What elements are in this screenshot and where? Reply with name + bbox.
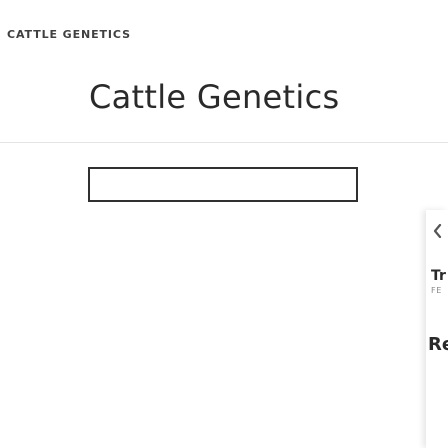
panel-heading: Re	[428, 334, 448, 355]
filter-select[interactable]	[88, 167, 358, 202]
breadcrumb: CATTLE GENETICS	[7, 28, 131, 41]
side-panel: Tr FE Re	[426, 210, 448, 448]
chevron-left-icon[interactable]	[433, 223, 442, 239]
panel-title: Tr	[431, 268, 446, 284]
header-divider	[0, 142, 448, 143]
panel-subtitle: FE	[431, 286, 442, 295]
page-title: Cattle Genetics	[89, 78, 340, 116]
page: CATTLE GENETICS Cattle Genetics Tr FE Re	[0, 0, 448, 448]
